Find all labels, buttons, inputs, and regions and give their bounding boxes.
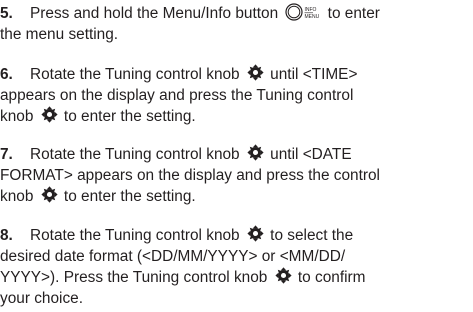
step-number: 7. (0, 146, 13, 163)
step-6-line-1: 6. Rotate the Tuning control knob until <… (0, 64, 471, 86)
step-text: Rotate the Tuning control knob (30, 227, 244, 244)
step-5-line-1: 5. Press and hold the Menu/Info button IN… (0, 3, 471, 25)
step-text: to confirm (293, 269, 366, 287)
step-8-line-3: YYYY>). Press the Tuning control knob to… (0, 267, 471, 289)
step-text: to enter (323, 5, 380, 22)
step-6: 6. Rotate the Tuning control knob until <… (0, 64, 471, 128)
step-text: to enter the setting. (59, 108, 196, 126)
step-7-line-1: 7. Rotate the Tuning control knob until <… (0, 144, 471, 166)
step-5-line-2: the menu setting. (0, 25, 119, 43)
tuning-knob-icon (275, 267, 292, 284)
step-text: Press and hold the Menu/Info button (30, 5, 283, 22)
tuning-knob-icon (247, 144, 264, 161)
menu-icon-label-top: INFO (305, 7, 317, 13)
step-text: YYYY>). Press the Tuning control knob (0, 269, 272, 287)
step-8-line-4: your choice. (0, 289, 83, 307)
step-6-line-2: appears on the display and press the Tun… (0, 86, 354, 104)
step-text: knob (0, 108, 38, 126)
step-number: 8. (0, 227, 13, 244)
tuning-knob-icon (41, 186, 58, 203)
step-number: 6. (0, 66, 13, 83)
step-5: 5. Press and hold the Menu/Info button IN… (0, 3, 471, 45)
step-text: to select the (265, 227, 354, 244)
step-text: Rotate the Tuning control knob (30, 146, 244, 163)
tuning-knob-icon (41, 106, 58, 123)
step-7-line-3: knob to enter the setting. (0, 186, 471, 208)
tuning-knob-icon (247, 225, 264, 242)
step-7: 7. Rotate the Tuning control knob until <… (0, 144, 471, 208)
step-8-line-2: desired date format (<DD/MM/YYYY> or <MM… (0, 247, 346, 265)
menu-icon-label-bottom: MENU (305, 14, 320, 20)
step-text: Rotate the Tuning control knob (30, 66, 244, 83)
step-8-line-1: 8. Rotate the Tuning control knob to sele… (0, 225, 471, 247)
step-text: until <DATE (265, 146, 352, 163)
step-number: 5. (0, 5, 13, 22)
menu-info-button-icon: INFO MENU (285, 3, 321, 21)
step-text: knob (0, 188, 38, 206)
step-text: until <TIME> (265, 66, 358, 83)
step-8: 8. Rotate the Tuning control knob to sele… (0, 225, 471, 309)
manual-page: 5. Press and hold the Menu/Info button IN… (0, 0, 473, 312)
tuning-knob-icon (247, 64, 264, 81)
step-7-line-2: FORMAT> appears on the display and press… (0, 166, 380, 184)
step-text: to enter the setting. (59, 188, 196, 206)
step-6-line-3: knob to enter the setting. (0, 106, 471, 128)
